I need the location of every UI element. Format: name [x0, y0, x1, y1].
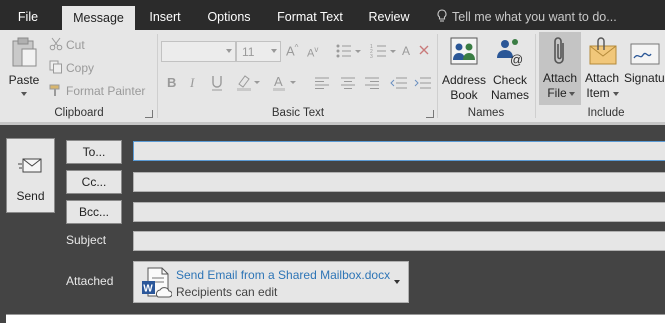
tab-format-text[interactable]: Format Text: [270, 0, 350, 30]
ribbon: Paste Cut Copy Format Painter Clipboard …: [0, 30, 665, 122]
font-color-icon[interactable]: A: [272, 74, 298, 92]
attach-item-button[interactable]: Attach Item: [582, 32, 622, 104]
subject-field[interactable]: [133, 231, 665, 251]
clipboard-group-label: Clipboard: [54, 107, 104, 119]
font-name-combo[interactable]: [161, 41, 236, 62]
include-group-label: Include: [587, 107, 625, 119]
shrink-font-button[interactable]: Av: [307, 45, 318, 60]
paste-label: Paste: [8, 73, 40, 87]
svg-text:A: A: [402, 44, 410, 58]
align-left-icon[interactable]: [314, 77, 330, 89]
chevron-down-icon: [271, 49, 277, 53]
align-center-icon[interactable]: [340, 77, 356, 89]
copy-icon: [49, 60, 62, 74]
to-field[interactable]: [133, 141, 665, 161]
paste-dropdown-arrow: [21, 92, 27, 96]
tab-review[interactable]: Review: [362, 0, 416, 30]
svg-text:3: 3: [370, 54, 373, 59]
send-button[interactable]: Send: [6, 138, 55, 213]
paste-button[interactable]: Paste: [4, 32, 44, 104]
cc-field[interactable]: [133, 172, 665, 192]
lightbulb-icon: [437, 9, 447, 22]
svg-text:A: A: [274, 74, 283, 89]
chevron-down-icon: [226, 49, 232, 53]
copy-button[interactable]: Copy: [49, 60, 94, 75]
signature-button[interactable]: Signatu: [624, 32, 665, 104]
group-separator: [535, 34, 536, 118]
message-body[interactable]: [6, 314, 665, 323]
bcc-button[interactable]: Bcc...: [66, 200, 122, 224]
format-painter-label: Format Painter: [66, 84, 146, 98]
ribbon-bottom-border: [0, 122, 665, 125]
paintbrush-icon: [49, 84, 60, 96]
group-separator: [157, 34, 158, 118]
grow-font-button[interactable]: A^: [286, 43, 298, 58]
basic-text-launcher-icon[interactable]: [426, 110, 434, 118]
send-label: Send: [16, 189, 45, 203]
attachment-name[interactable]: Send Email from a Shared Mailbox.docx: [176, 268, 390, 282]
address-book-button[interactable]: Address Book: [441, 32, 487, 104]
attached-label: Attached: [66, 274, 114, 288]
increase-indent-icon[interactable]: [414, 76, 432, 90]
address-book-label-line1: Address: [441, 73, 487, 87]
word-document-icon: W: [142, 267, 172, 298]
chevron-down-icon[interactable]: [394, 280, 400, 284]
attach-item-label-line1: Attach: [584, 71, 620, 85]
address-book-label-line2: Book: [450, 88, 478, 102]
bullets-icon[interactable]: [335, 43, 361, 59]
underline-icon[interactable]: [210, 75, 224, 91]
cut-label: Cut: [66, 38, 85, 52]
chevron-down-icon: [613, 92, 619, 96]
signature-label: Signatu: [624, 71, 665, 85]
align-right-icon[interactable]: [364, 77, 380, 89]
svg-text:@: @: [510, 52, 523, 66]
attach-file-label-line1: Attach: [542, 71, 578, 85]
attach-item-icon: [589, 37, 617, 65]
check-names-label-line1: Check: [492, 73, 527, 87]
attach-file-button[interactable]: Attach File: [539, 32, 581, 105]
names-group-label: Names: [467, 107, 505, 119]
numbering-icon[interactable]: 123: [370, 43, 396, 59]
tell-me-search[interactable]: Tell me what you want to do...: [436, 0, 617, 30]
ribbon-tab-bar: File Message Insert Options Format Text …: [0, 0, 665, 30]
italic-button[interactable]: I: [190, 75, 194, 91]
check-names-icon: @: [497, 39, 523, 66]
subject-label: Subject: [66, 233, 107, 247]
tell-me-text: Tell me what you want to do...: [452, 10, 617, 24]
tab-options[interactable]: Options: [200, 0, 258, 30]
check-names-button[interactable]: @ Check Names: [489, 32, 531, 104]
format-painter-button[interactable]: Format Painter: [49, 83, 145, 98]
send-envelope-icon: [18, 158, 42, 173]
svg-text:W: W: [143, 284, 153, 295]
font-size-combo[interactable]: 11: [236, 41, 281, 62]
cut-button[interactable]: Cut: [49, 37, 85, 52]
attachment-permission: Recipients can edit: [176, 285, 278, 299]
tab-insert[interactable]: Insert: [140, 0, 190, 30]
clear-formatting-icon[interactable]: A: [402, 43, 432, 59]
to-button[interactable]: To...: [66, 140, 122, 164]
address-book-icon: [450, 37, 478, 65]
bcc-field[interactable]: [133, 202, 665, 222]
chevron-down-icon: [569, 92, 575, 96]
copy-label: Copy: [66, 61, 95, 75]
paste-icon: [12, 37, 37, 67]
scissors-icon: [49, 37, 63, 51]
decrease-indent-icon[interactable]: [390, 76, 408, 90]
bold-button[interactable]: B: [167, 75, 176, 90]
attachment-card[interactable]: W Send Email from a Shared Mailbox.docx …: [133, 261, 409, 303]
basic-text-group-label: Basic Text: [271, 107, 325, 119]
check-names-label-line2: Names: [490, 88, 529, 102]
clipboard-launcher-icon[interactable]: [145, 110, 153, 118]
tab-message[interactable]: Message: [62, 6, 135, 30]
cc-button[interactable]: Cc...: [66, 170, 122, 194]
paperclip-icon: [554, 37, 564, 64]
tab-file[interactable]: File: [8, 0, 48, 30]
signature-icon: [630, 43, 660, 65]
highlight-icon[interactable]: [236, 74, 262, 92]
font-size-value: 11: [242, 45, 255, 59]
